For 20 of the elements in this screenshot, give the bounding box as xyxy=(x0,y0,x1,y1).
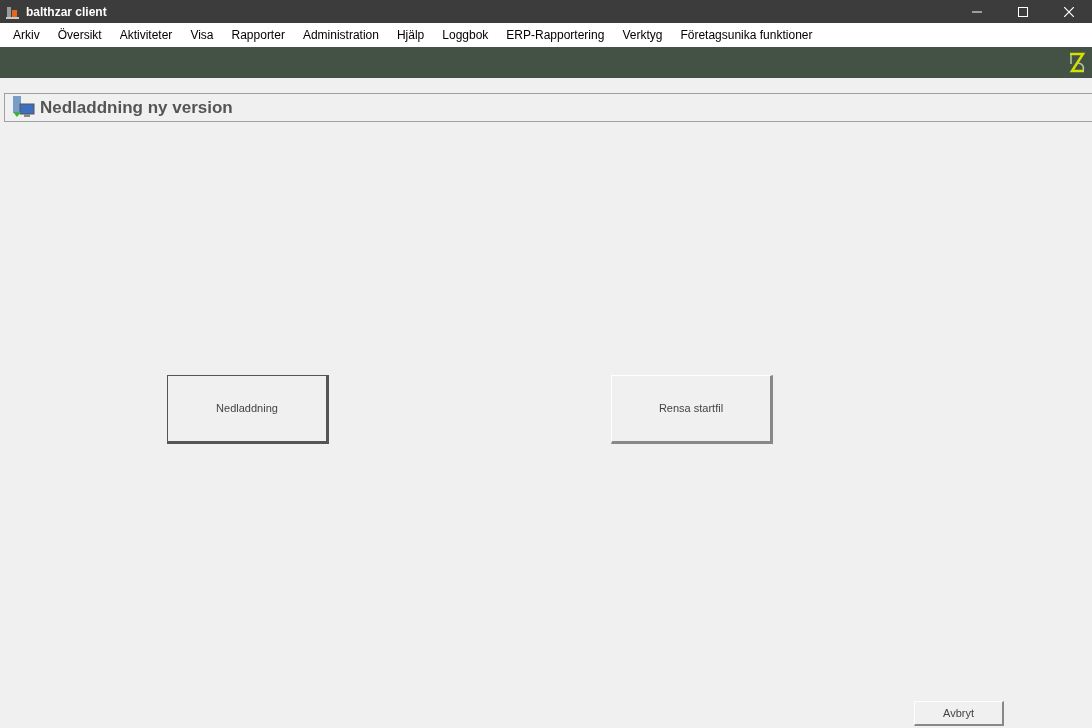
menu-item[interactable]: ERP-Rapportering xyxy=(497,26,614,44)
menu-item[interactable]: Administration xyxy=(293,26,388,44)
menu-item[interactable]: Rapporter xyxy=(222,26,294,44)
menu-item[interactable]: Företagsunika funktioner xyxy=(671,26,822,44)
cancel-button[interactable]: Avbryt xyxy=(914,701,1004,726)
close-icon xyxy=(1064,6,1074,17)
menu-item[interactable]: Visa xyxy=(181,26,223,44)
menu-item[interactable]: Arkiv xyxy=(4,26,49,44)
menu-item[interactable]: Verktyg xyxy=(613,26,672,44)
menu-item[interactable]: Aktiviteter xyxy=(110,26,182,44)
action-button[interactable]: Nedladdning xyxy=(167,375,329,444)
logo-icon xyxy=(1068,51,1086,74)
window-title: balthzar client xyxy=(26,3,107,21)
menu-item[interactable]: Loggbok xyxy=(433,26,498,44)
menu-item[interactable]: Hjälp xyxy=(387,26,434,44)
panel-title: Nedladdning ny version xyxy=(40,96,233,119)
action-button[interactable]: Rensa startfil xyxy=(611,375,773,444)
maximize-icon xyxy=(1018,6,1028,17)
minimize-icon xyxy=(972,10,982,13)
menu-item[interactable]: Översikt xyxy=(48,26,111,44)
